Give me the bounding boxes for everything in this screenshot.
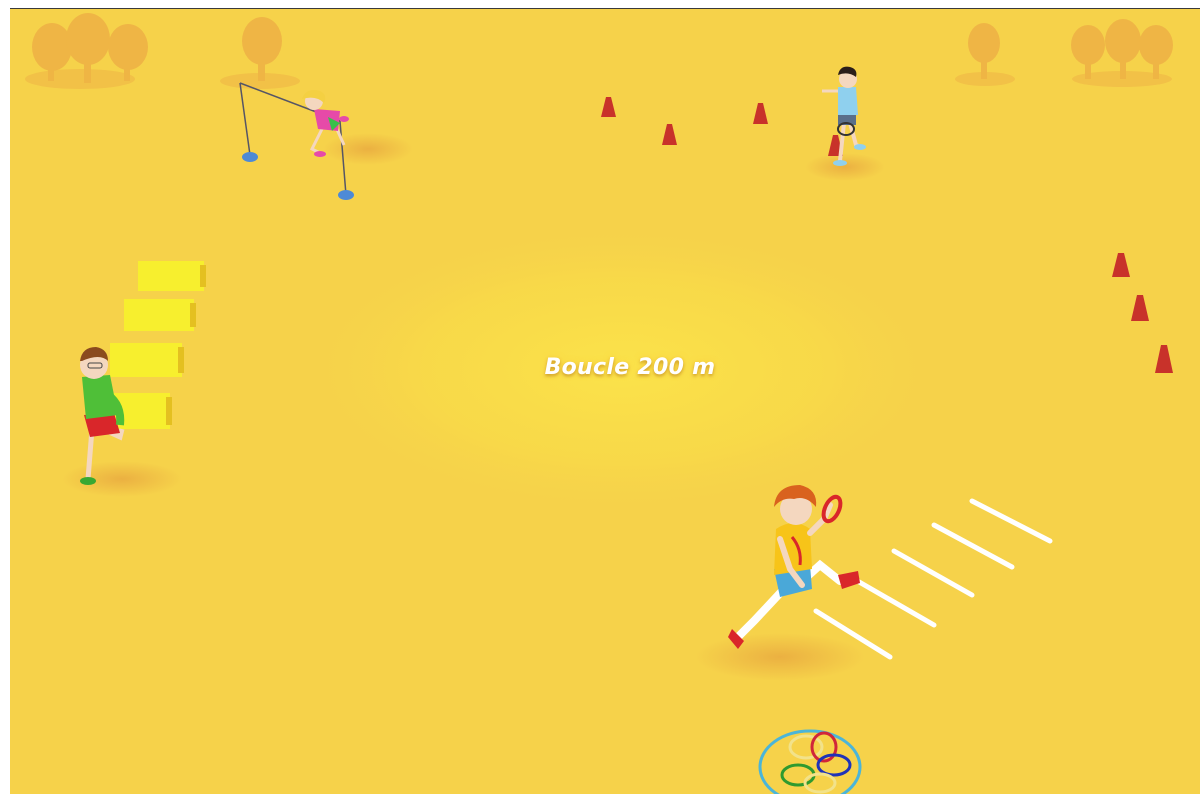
tree-single-right [955,23,1015,86]
cone-icon [1131,295,1149,321]
slalom-cones-right [1112,253,1173,373]
runner-blue-shirt [822,66,866,166]
sports-field: Boucle 200 m [10,8,1200,794]
ground-ladder-icon [969,498,1053,544]
tree-group-left [25,13,148,89]
hoops-station [758,729,862,794]
slalom-cones-top [601,97,843,156]
cone-icon [1155,345,1173,373]
hoop-icon [816,753,852,777]
tree-group-right [1071,19,1173,87]
tree-single-left [220,17,300,89]
cone-icon [753,103,768,124]
hurdle-icon [138,261,206,291]
shadow-blue-runner [805,153,885,181]
loop-distance-label: Boucle 200 m [544,355,716,380]
hurdles-station [108,261,206,429]
shadow-pink-jumper [323,133,413,165]
cone-icon [662,124,677,145]
shadow-green-runner [62,461,182,497]
hoop-icon [758,729,862,794]
cone-icon [601,97,616,117]
hoop-icon [780,763,816,787]
ground-ladder-icon [851,576,937,628]
hurdle-icon [110,343,184,377]
ground-ladder-icon [891,548,975,598]
game-frame: Boucle 200 m [0,0,1200,794]
hoop-icon [788,734,824,760]
field-scene [25,13,1173,794]
shadow-yellow-runner [695,633,865,681]
ground-ladder-icon [931,522,1015,570]
cone-icon [1112,253,1130,277]
hurdle-icon [124,299,196,331]
